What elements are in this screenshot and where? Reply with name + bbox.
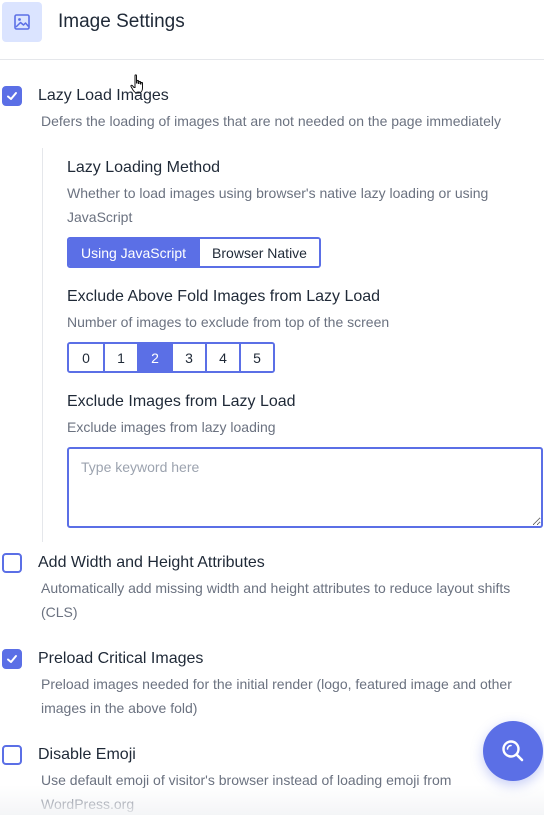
count-2-button[interactable]: 2 [137,344,171,371]
method-javascript-button[interactable]: Using JavaScript [69,239,199,266]
count-1-button[interactable]: 1 [103,344,137,371]
preload-critical-checkbox[interactable] [2,649,22,669]
method-native-button[interactable]: Browser Native [198,239,319,266]
exclude-fold-description: Number of images to exclude from top of … [67,314,390,330]
width-height-label[interactable]: Add Width and Height Attributes [38,554,265,572]
preload-critical-description: Preload images needed for the initial re… [41,676,512,716]
lazy-method-label: Lazy Loading Method [67,159,220,176]
count-5-button[interactable]: 5 [239,344,273,371]
checkmark-icon [7,655,17,663]
lazy-load-checkbox[interactable] [2,86,22,106]
sub-options-divider [42,148,43,542]
preload-critical-label[interactable]: Preload Critical Images [38,650,203,668]
count-4-button[interactable]: 4 [205,344,239,371]
page-title: Image Settings [58,11,185,32]
width-height-checkbox[interactable] [2,553,22,573]
exclude-images-description: Exclude images from lazy loading [67,419,276,435]
search-icon [502,740,524,762]
disable-emoji-label[interactable]: Disable Emoji [38,746,136,764]
lazy-method-description: Whether to load images using browser's n… [67,185,489,225]
exclude-fold-count-selector: 0 1 2 3 4 5 [67,342,275,373]
lazy-load-description: Defers the loading of images that are no… [41,113,501,129]
search-fab-button[interactable] [483,721,543,781]
exclude-fold-label: Exclude Above Fold Images from Lazy Load [67,288,381,305]
lazy-load-label[interactable]: Lazy Load Images [38,87,169,105]
settings-header: Image Settings [0,0,544,60]
exclude-images-label: Exclude Images from Lazy Load [67,393,296,410]
disable-emoji-description: Use default emoji of visitor's browser i… [41,772,452,812]
exclude-keywords-textarea[interactable] [67,447,543,528]
count-0-button[interactable]: 0 [69,344,103,371]
disable-emoji-checkbox[interactable] [2,745,22,765]
checkmark-icon [7,92,17,100]
width-height-description: Automatically add missing width and heig… [41,580,511,620]
image-icon [2,2,42,42]
count-3-button[interactable]: 3 [171,344,205,371]
lazy-method-toggle: Using JavaScript Browser Native [67,237,321,268]
